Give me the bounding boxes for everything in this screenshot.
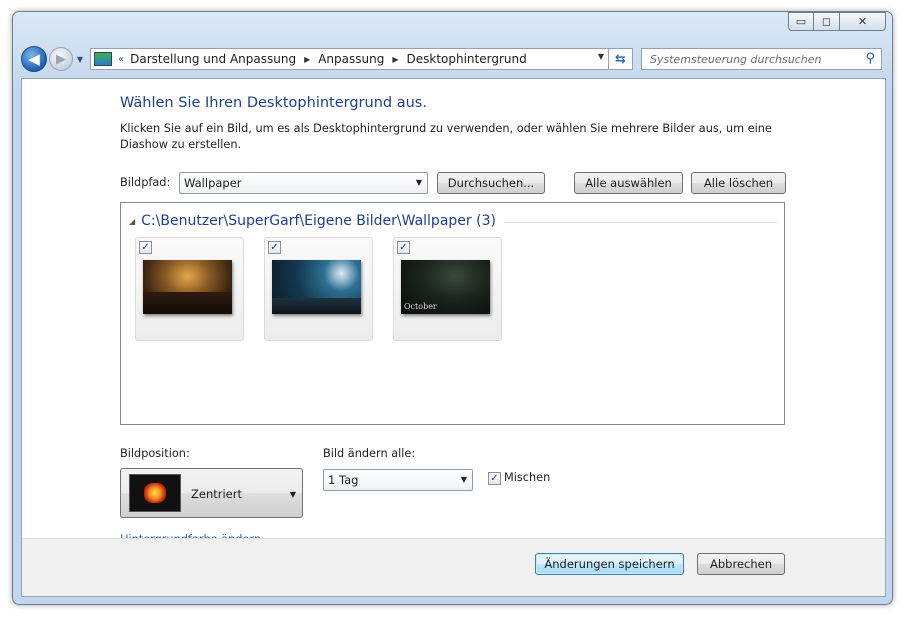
group-title: C:\Benutzer\SuperGarf\Eigene Bilder\Wall…: [141, 213, 496, 229]
control-panel-window: ▭ ◻ ✕ ◀ ▶ ▼ « Darstellung und Anpassung …: [12, 11, 893, 605]
picture-location-value: Wallpaper: [184, 176, 242, 190]
wallpaper-thumbnail[interactable]: ✓: [135, 237, 244, 341]
forward-arrow-icon: ▶: [56, 51, 66, 67]
thumbnail-checkbox[interactable]: ✓: [268, 241, 281, 254]
breadcrumb-personalization[interactable]: Anpassung: [318, 52, 384, 66]
page-description: Klicken Sie auf ein Bild, um es als Desk…: [120, 122, 772, 151]
select-all-button[interactable]: Alle auswählen: [574, 172, 683, 194]
maximize-button[interactable]: ◻: [814, 12, 840, 31]
browse-button[interactable]: Durchsuchen...: [437, 172, 545, 194]
breadcrumb-overflow[interactable]: «: [118, 54, 124, 65]
close-icon: ✕: [857, 15, 868, 28]
breadcrumb-appearance[interactable]: Darstellung und Anpassung: [130, 52, 296, 66]
close-button[interactable]: ✕: [840, 12, 886, 31]
position-preview-image: [129, 474, 181, 512]
picture-position-value: Zentriert: [191, 487, 242, 501]
chevron-down-icon: ▼: [289, 490, 296, 499]
breadcrumb-separator-icon[interactable]: ▶: [304, 55, 310, 64]
content-pane: Wählen Sie Ihren Desktophintergrund aus.…: [21, 78, 886, 597]
cancel-button[interactable]: Abbrechen: [697, 553, 785, 575]
page-title: Wählen Sie Ihren Desktophintergrund aus.: [120, 95, 427, 111]
wallpaper-image[interactable]: [272, 260, 361, 314]
wallpaper-image[interactable]: October: [401, 260, 490, 314]
breadcrumb-separator-icon[interactable]: ▶: [392, 55, 398, 64]
address-dropdown-icon[interactable]: ▼: [598, 52, 604, 61]
thumbnail-checkbox[interactable]: ✓: [139, 241, 152, 254]
caption-buttons: ▭ ◻ ✕: [788, 12, 886, 31]
group-divider: [503, 221, 777, 223]
dialog-footer: Änderungen speichern Abbrechen: [22, 538, 885, 596]
shuffle-label[interactable]: Mischen: [504, 471, 550, 484]
control-panel-icon: [94, 52, 112, 66]
refresh-icon: ⇆: [615, 51, 626, 67]
breadcrumb-desktop-background[interactable]: Desktophintergrund: [407, 52, 527, 66]
wallpaper-thumbnail[interactable]: ✓: [264, 237, 373, 341]
maximize-icon: ◻: [821, 15, 832, 28]
search-box[interactable]: ⚲: [641, 48, 882, 70]
clear-all-button[interactable]: Alle löschen: [691, 172, 786, 194]
thumbnail-checkbox[interactable]: ✓: [397, 241, 410, 254]
back-arrow-icon: ◀: [28, 50, 40, 68]
picture-location-select[interactable]: Wallpaper ▼: [179, 172, 428, 194]
shuffle-checkbox[interactable]: ✓: [488, 472, 501, 485]
change-interval-value: 1 Tag: [328, 473, 359, 487]
wallpaper-image[interactable]: [143, 260, 232, 314]
search-icon[interactable]: ⚲: [865, 51, 875, 66]
group-header[interactable]: ◢ C:\Benutzer\SuperGarf\Eigene Bilder\Wa…: [129, 213, 777, 229]
search-input[interactable]: [648, 51, 858, 67]
picture-position-select[interactable]: Zentriert ▼: [120, 468, 303, 518]
picture-position-label: Bildposition:: [120, 447, 190, 460]
picture-location-label: Bildpfad:: [120, 176, 171, 189]
save-changes-button[interactable]: Änderungen speichern: [535, 553, 684, 575]
navigation-bar: ◀ ▶ ▼ « Darstellung und Anpassung ▶ Anpa…: [21, 44, 886, 74]
recent-pages-dropdown[interactable]: ▼: [74, 55, 86, 64]
change-interval-label: Bild ändern alle:: [323, 447, 416, 460]
back-button[interactable]: ◀: [21, 46, 47, 72]
minimize-icon: ▭: [795, 15, 807, 28]
wallpaper-gallery[interactable]: ◢ C:\Benutzer\SuperGarf\Eigene Bilder\Wa…: [120, 202, 785, 425]
chevron-down-icon: ▼: [415, 178, 422, 187]
address-bar[interactable]: « Darstellung und Anpassung ▶ Anpassung …: [90, 48, 609, 70]
wallpaper-thumbnail[interactable]: ✓ October: [393, 237, 502, 341]
minimize-button[interactable]: ▭: [788, 12, 814, 31]
forward-button[interactable]: ▶: [49, 47, 73, 71]
change-interval-select[interactable]: 1 Tag ▼: [323, 469, 473, 491]
chevron-down-icon: ▼: [460, 475, 467, 484]
wallpaper-caption: October: [404, 302, 437, 311]
collapse-triangle-icon[interactable]: ◢: [129, 217, 135, 226]
refresh-button[interactable]: ⇆: [609, 48, 633, 70]
